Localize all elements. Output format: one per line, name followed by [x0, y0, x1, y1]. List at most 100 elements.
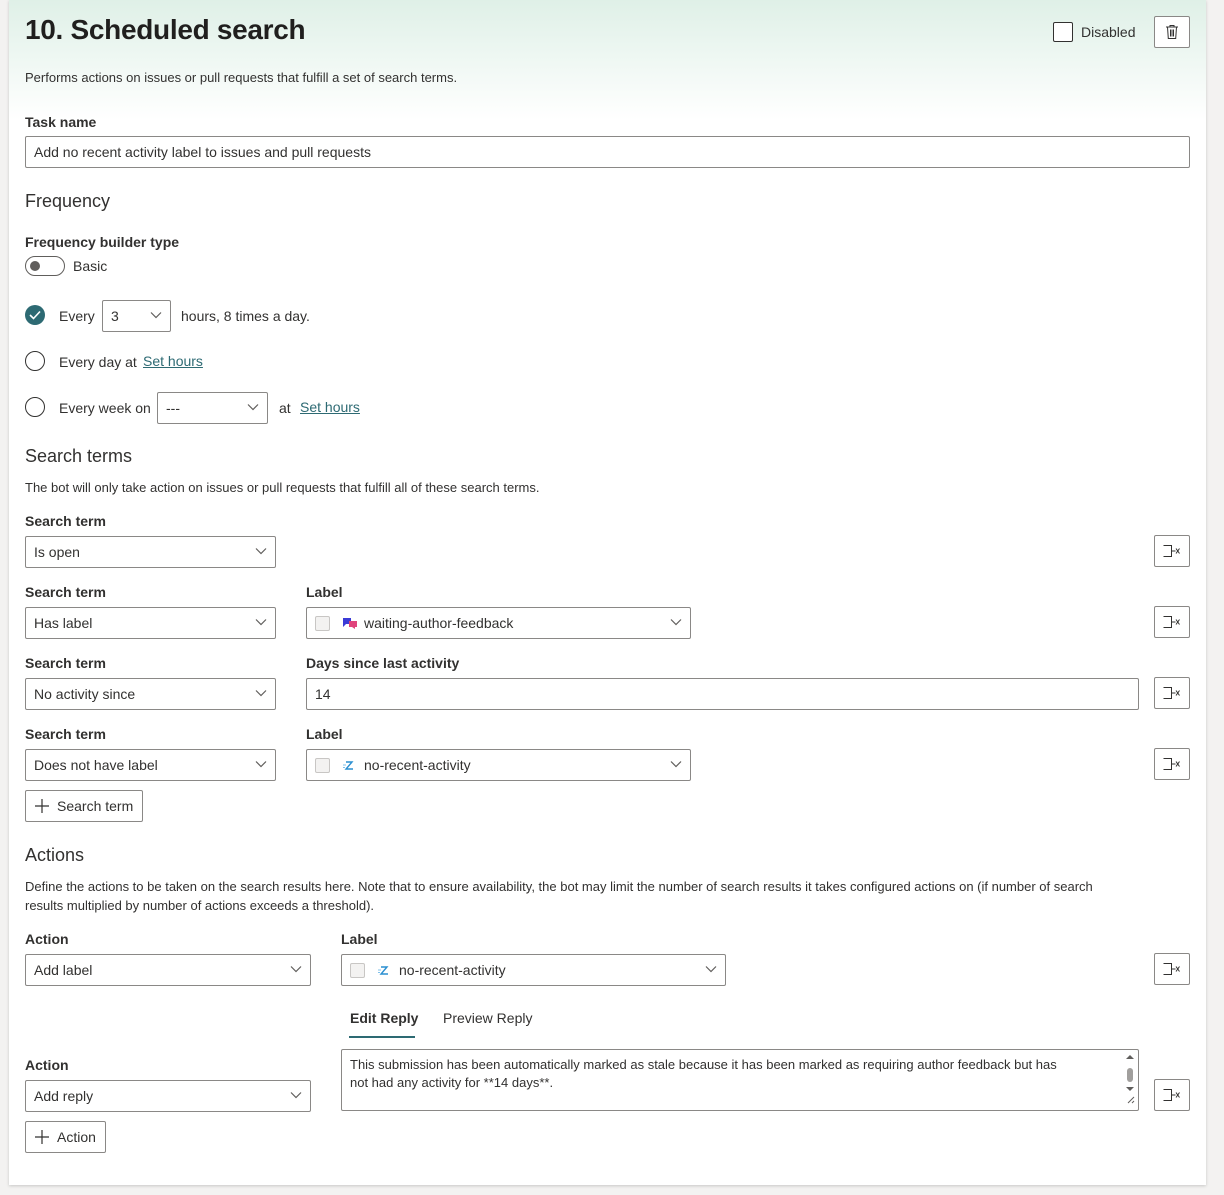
search-term-value: Does not have label [34, 757, 158, 773]
actions-section-title: Actions [25, 845, 85, 865]
chevron-down-icon [255, 619, 267, 626]
frequency-builder-label: Frequency builder type [25, 234, 180, 250]
frequency-daily-set-hours-link[interactable]: Set hours [143, 353, 203, 369]
chevron-down-icon [290, 966, 302, 973]
label-checkbox[interactable] [315, 757, 330, 773]
chevron-down-icon [705, 966, 717, 973]
task-name-input[interactable]: Add no recent activity label to issues a… [25, 136, 1190, 168]
task-description: Performs actions on issues or pull reque… [25, 70, 458, 85]
frequency-hours-value: 3 [111, 308, 119, 324]
plus-icon [35, 1130, 49, 1144]
chevron-down-icon [670, 619, 682, 626]
frequency-weekly-radio[interactable] [25, 397, 45, 417]
disabled-checkbox-group[interactable]: Disabled [1053, 22, 1135, 42]
remove-row-icon [1163, 616, 1180, 628]
search-term-label: Search term [25, 584, 106, 600]
reply-scrollbar[interactable] [1125, 1053, 1135, 1105]
search-term-label-dropdown[interactable]: no-recent-activity [306, 749, 691, 781]
remove-action-button[interactable] [1154, 953, 1190, 985]
tab-edit-reply[interactable]: Edit Reply [350, 1010, 418, 1026]
frequency-daily-prefix: Every day at [59, 354, 137, 370]
action-label-dropdown[interactable]: no-recent-activity [341, 954, 726, 986]
waiting-label-icon [343, 618, 357, 629]
frequency-weekly-at: at [279, 400, 291, 416]
frequency-weekday-value: --- [166, 400, 180, 416]
trash-icon [1166, 25, 1178, 39]
frequency-daily-radio[interactable] [25, 351, 45, 371]
days-since-label: Days since last activity [306, 655, 460, 671]
zzz-label-icon [343, 761, 354, 770]
search-term-dropdown[interactable]: No activity since [25, 678, 276, 710]
action-value: Add label [34, 962, 93, 978]
task-name-label: Task name [25, 114, 97, 130]
search-terms-section-title: Search terms [25, 446, 133, 466]
search-term-label: Search term [25, 726, 106, 742]
remove-row-icon [1163, 963, 1180, 975]
label-value: no-recent-activity [399, 962, 506, 978]
remove-row-icon [1163, 1089, 1180, 1101]
remove-search-term-button[interactable] [1154, 677, 1190, 709]
add-search-term-button[interactable]: Search term [25, 790, 144, 822]
action-dropdown[interactable]: Add reply [25, 1080, 311, 1112]
search-term-extra-label: Label [306, 584, 343, 600]
frequency-hours-dropdown[interactable]: 3 [102, 300, 171, 332]
frequency-weekday-dropdown[interactable]: --- [157, 392, 268, 424]
chevron-down-icon [255, 548, 267, 555]
search-term-extra-label: Label [306, 726, 343, 742]
chevron-down-icon [670, 761, 682, 768]
remove-search-term-button[interactable] [1154, 606, 1190, 638]
chevron-down-icon [150, 312, 162, 319]
search-term-dropdown[interactable]: Does not have label [25, 749, 276, 781]
search-term-label: Search term [25, 513, 106, 529]
delete-task-button[interactable] [1154, 16, 1190, 48]
search-term-dropdown[interactable]: Has label [25, 607, 276, 639]
reply-text-line1: This submission has been automatically m… [350, 1057, 1057, 1072]
action-dropdown[interactable]: Add label [25, 954, 311, 986]
reply-textarea[interactable]: This submission has been automatically m… [341, 1049, 1139, 1111]
action-label: Action [25, 931, 69, 947]
scheduled-search-card: 10. Scheduled search Disabled Performs a… [9, 0, 1206, 1185]
add-action-button[interactable]: Action [25, 1121, 106, 1153]
frequency-weekly-set-hours-link[interactable]: Set hours [300, 399, 360, 415]
plus-icon [35, 799, 49, 813]
frequency-builder-toggle-text: Basic [73, 258, 108, 274]
tab-edit-reply-underline [349, 1036, 415, 1038]
label-checkbox[interactable] [315, 615, 330, 631]
days-since-input[interactable]: 14 [306, 678, 1139, 710]
toggle-knob [30, 261, 40, 271]
checkmark-icon [29, 310, 41, 320]
search-term-value: Has label [34, 615, 93, 631]
remove-row-icon [1163, 758, 1180, 770]
label-checkbox[interactable] [350, 962, 365, 978]
add-search-term-label: Search term [57, 798, 134, 814]
frequency-every-prefix: Every [59, 308, 95, 324]
chevron-down-icon [255, 761, 267, 768]
tab-preview-reply[interactable]: Preview Reply [443, 1010, 532, 1026]
chevron-down-icon [290, 1092, 302, 1099]
search-term-label: Search term [25, 655, 106, 671]
search-terms-description: The bot will only take action on issues … [25, 480, 540, 495]
disabled-label: Disabled [1081, 24, 1136, 40]
remove-search-term-button[interactable] [1154, 748, 1190, 780]
search-term-dropdown[interactable]: Is open [25, 536, 276, 568]
actions-description-line1: Define the actions to be taken on the se… [25, 879, 1093, 894]
action-extra-label: Label [341, 931, 378, 947]
chevron-down-icon [247, 404, 259, 411]
frequency-every-radio[interactable] [25, 305, 45, 325]
remove-search-term-button[interactable] [1154, 535, 1190, 567]
remove-row-icon [1163, 545, 1180, 557]
task-title: 10. Scheduled search [25, 14, 306, 45]
search-term-label-dropdown[interactable]: waiting-author-feedback [306, 607, 691, 639]
frequency-builder-toggle[interactable] [25, 256, 65, 276]
label-value: no-recent-activity [364, 757, 471, 773]
scrollbar-icon [1126, 1055, 1135, 1104]
frequency-weekly-prefix: Every week on [59, 400, 151, 416]
remove-action-button[interactable] [1154, 1079, 1190, 1111]
frequency-every-suffix: hours, 8 times a day. [181, 308, 310, 324]
add-action-label: Action [57, 1129, 96, 1145]
action-label: Action [25, 1057, 69, 1073]
disabled-checkbox[interactable] [1053, 22, 1073, 42]
search-term-value: Is open [34, 544, 80, 560]
zzz-label-icon [378, 966, 389, 975]
remove-row-icon [1163, 687, 1180, 699]
